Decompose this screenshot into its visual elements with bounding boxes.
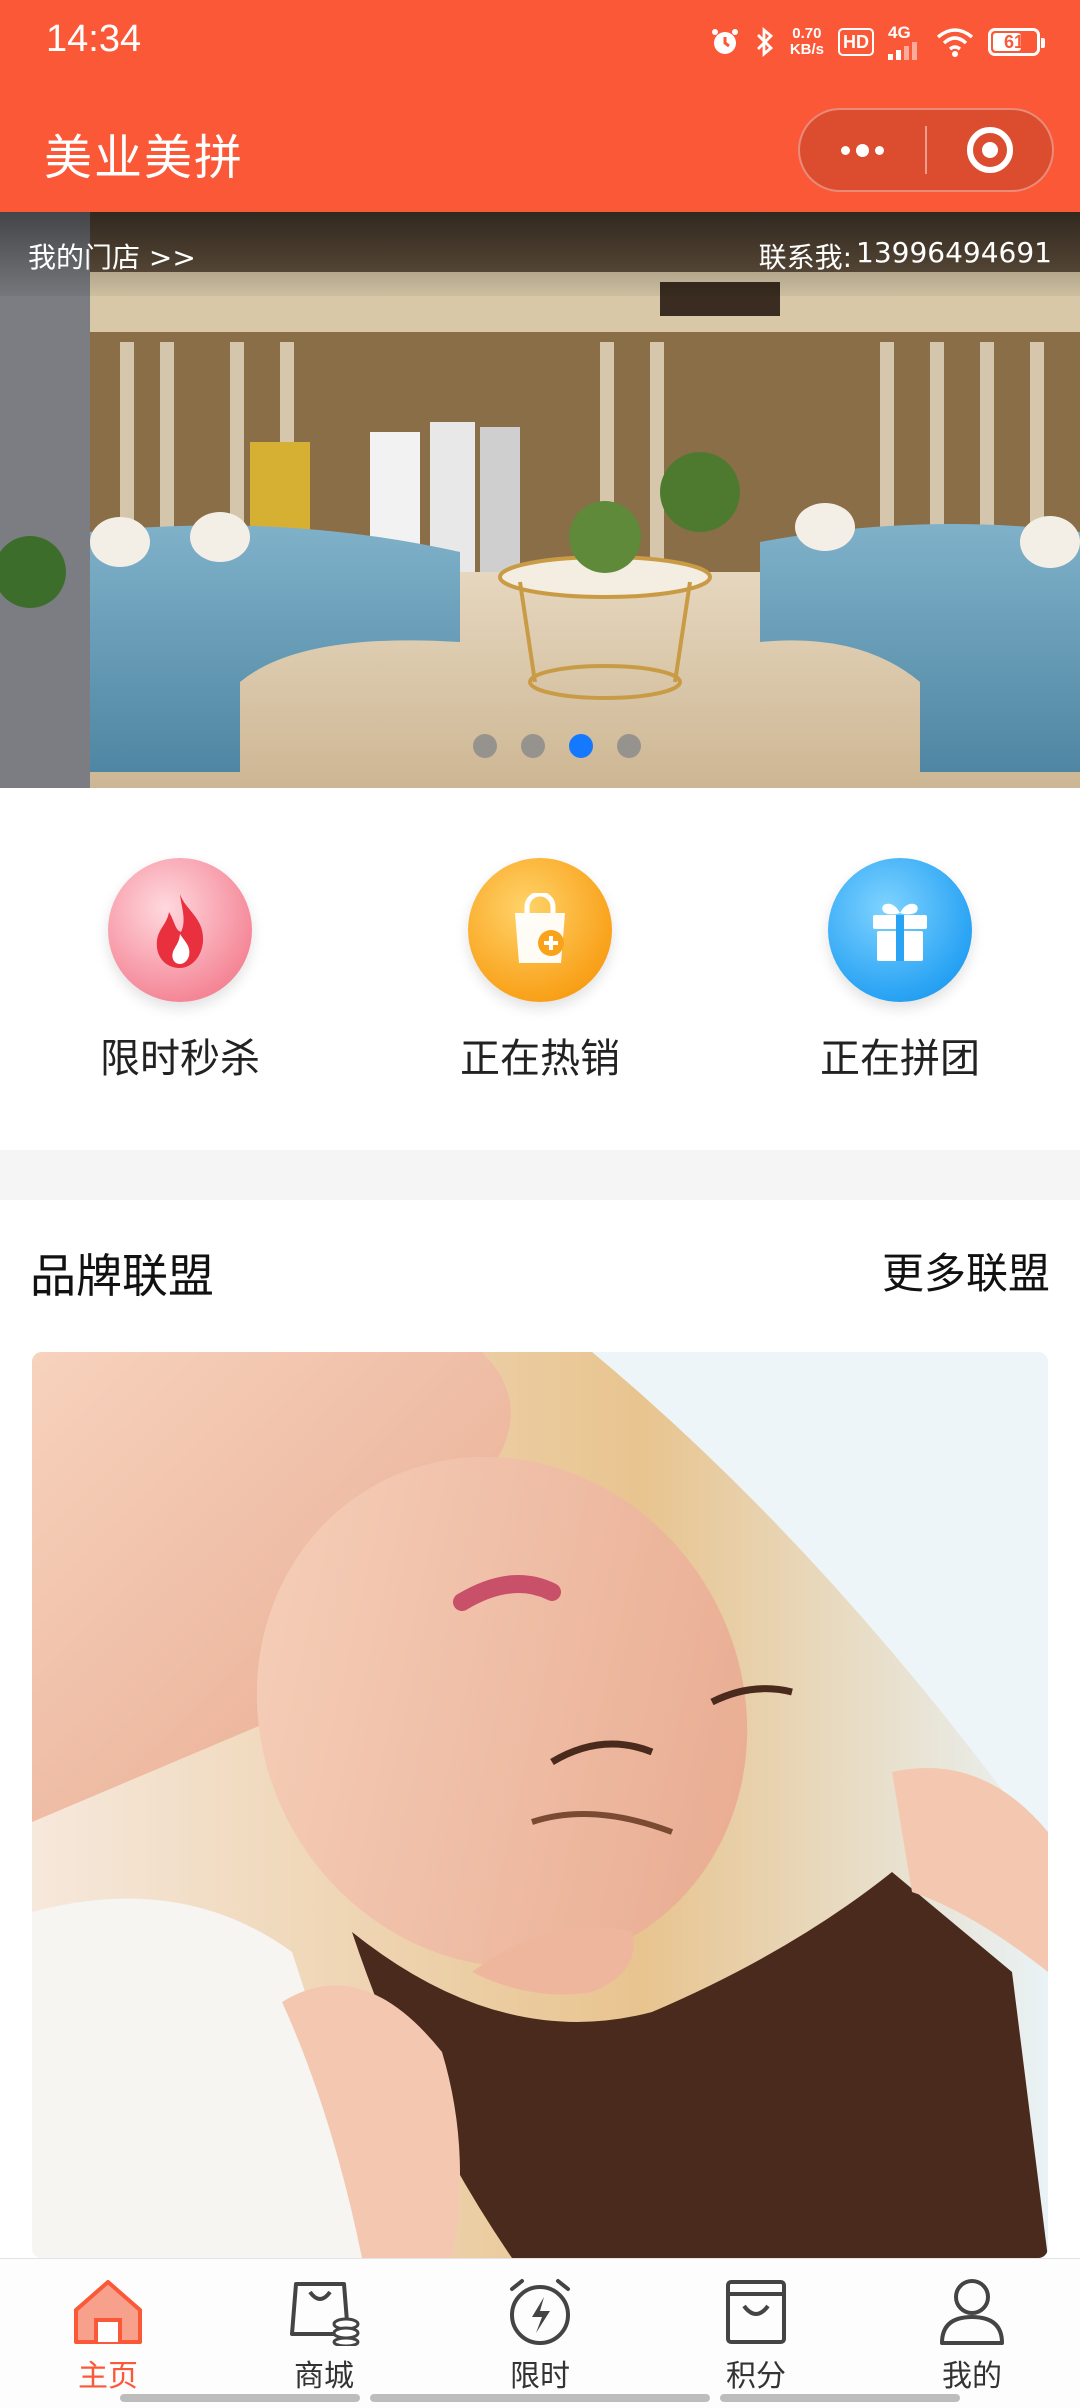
status-bar: 14:34 0.70 KB/s HD 4G 61	[0, 0, 1080, 84]
shop-bag-icon	[284, 2273, 364, 2349]
brand-alliance-header: 品牌联盟 更多联盟	[0, 1200, 1080, 1350]
tab-label: 限时	[510, 2359, 570, 2394]
contact-label: 联系我:	[758, 241, 853, 274]
section-divider	[0, 1150, 1080, 1200]
home-icon	[68, 2273, 148, 2349]
facial-massage-photo	[32, 1352, 1048, 2258]
more-dots-icon	[841, 143, 884, 157]
target-close-icon	[966, 127, 1013, 173]
carousel-pager	[0, 734, 1080, 758]
status-time: 14:34	[46, 18, 142, 60]
brand-alliance-title: 品牌联盟	[30, 1249, 214, 1303]
entry-hot-sale[interactable]: 正在热销	[410, 858, 670, 1084]
alarm-clock-icon	[500, 2273, 580, 2349]
entry-label: 正在热销	[460, 1036, 620, 1082]
tab-limited[interactable]: 限时	[432, 2259, 648, 2408]
pager-dot-3[interactable]	[569, 734, 593, 758]
status-icons: 0.70 KB/s HD 4G 61	[710, 20, 1045, 64]
pager-dot-4[interactable]	[617, 734, 641, 758]
entry-label: 限时秒杀	[100, 1036, 260, 1082]
battery-icon: 61	[988, 28, 1045, 56]
entry-flash-sale[interactable]: 限时秒杀	[50, 858, 310, 1084]
tab-points[interactable]: 积分	[648, 2259, 864, 2408]
gesture-bar-right	[720, 2394, 960, 2402]
signal-bars-icon	[888, 42, 917, 60]
alarm-icon	[711, 29, 738, 54]
wifi-icon	[936, 28, 974, 57]
entry-group-buy[interactable]: 正在拼团	[770, 858, 1030, 1084]
tab-label: 我的	[942, 2359, 1002, 2394]
tab-mine[interactable]: 我的	[864, 2259, 1080, 2408]
bottom-tab-bar: 主页 商城 限时 积分 我的	[0, 2258, 1080, 2408]
my-store-link[interactable]: 我的门店 >>	[28, 236, 196, 276]
more-menu-button[interactable]	[800, 110, 925, 190]
salon-interior-photo	[0, 212, 1080, 788]
gift-icon	[828, 858, 972, 1002]
hd-badge: HD	[838, 28, 874, 56]
entry-label: 正在拼团	[820, 1036, 980, 1082]
more-alliances-link[interactable]: 更多联盟	[882, 1240, 1050, 1301]
brand-feature-card[interactable]	[32, 1352, 1048, 2258]
pager-dot-2[interactable]	[521, 734, 545, 758]
store-banner-carousel[interactable]: 我的门店 >> 联系我: 13996494691	[0, 212, 1080, 788]
top-bar: 14:34 0.70 KB/s HD 4G 61 美业美拼	[0, 0, 1080, 212]
shopping-bag-add-icon	[468, 858, 612, 1002]
quick-entries: 限时秒杀 正在热销 正在拼团	[0, 788, 1080, 1150]
contact-info[interactable]: 联系我: 13996494691	[759, 236, 1052, 276]
bluetooth-icon	[756, 26, 773, 58]
tab-label: 主页	[78, 2359, 138, 2394]
tab-label: 积分	[726, 2359, 786, 2394]
close-mini-program-button[interactable]	[927, 110, 1052, 190]
tab-shop[interactable]: 商城	[216, 2259, 432, 2408]
network-speed: 0.70 KB/s	[789, 25, 824, 58]
app-title: 美业美拼	[44, 130, 245, 186]
fire-icon	[108, 858, 252, 1002]
points-bag-icon	[716, 2273, 796, 2349]
user-icon	[932, 2273, 1012, 2349]
tab-home[interactable]: 主页	[0, 2259, 216, 2408]
signal-4g: 4G	[888, 24, 922, 60]
mini-program-capsule	[798, 108, 1054, 192]
pager-dot-1[interactable]	[473, 734, 497, 758]
tab-label: 商城	[294, 2359, 354, 2394]
gesture-bar-center	[370, 2394, 710, 2402]
contact-phone[interactable]: 13996494691	[856, 236, 1052, 276]
gesture-bar-left	[120, 2394, 360, 2402]
